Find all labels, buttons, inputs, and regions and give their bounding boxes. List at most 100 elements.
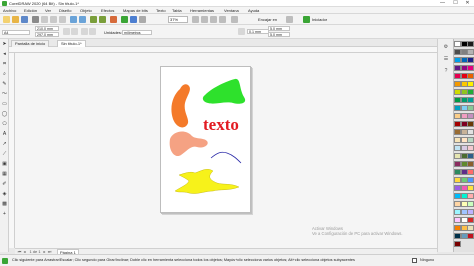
palette-swatch[interactable]	[467, 193, 474, 199]
palette-swatch[interactable]	[454, 145, 461, 151]
palette-swatch[interactable]	[454, 185, 461, 191]
grid-icon[interactable]	[210, 16, 217, 23]
palette-swatch[interactable]	[460, 161, 468, 167]
menu-objeto[interactable]: Objeto	[80, 8, 92, 13]
duplicate-y-field[interactable]: 5,0 mm	[268, 32, 290, 37]
tab-welcome-screen[interactable]: Pantalla de inicio	[11, 40, 50, 47]
yellow-star-shape[interactable]	[174, 169, 240, 194]
menu-mapas-de-bits[interactable]: Mapas de bits	[123, 8, 148, 13]
page-width-field[interactable]: 210,0 mm	[35, 26, 59, 31]
palette-swatch[interactable]	[460, 105, 468, 111]
menu-efectos[interactable]: Efectos	[101, 8, 114, 13]
import-icon[interactable]	[90, 16, 97, 23]
palette-swatch[interactable]	[467, 129, 474, 135]
palette-swatch[interactable]	[467, 57, 474, 63]
shape-tool-icon[interactable]: ◂	[1, 51, 8, 58]
palette-swatch[interactable]	[467, 161, 474, 167]
print-icon[interactable]	[32, 16, 39, 23]
menu-tabla[interactable]: Tabla	[172, 8, 182, 13]
undo-icon[interactable]	[70, 16, 77, 23]
landscape-icon[interactable]	[71, 28, 78, 35]
palette-swatch[interactable]	[467, 177, 474, 183]
palette-swatch[interactable]	[467, 113, 474, 119]
menu-archivo[interactable]: Archivo	[3, 8, 16, 13]
palette-swatch[interactable]	[467, 41, 474, 47]
palette-swatch[interactable]	[454, 153, 461, 159]
redo-icon[interactable]	[79, 16, 86, 23]
palette-swatch[interactable]	[467, 49, 474, 55]
palette-swatch[interactable]	[460, 129, 468, 135]
palette-swatch[interactable]	[467, 209, 474, 215]
drawing-page[interactable]: texto	[160, 66, 251, 213]
palette-swatch[interactable]	[454, 57, 461, 63]
smart-fill-icon[interactable]: ▩	[1, 201, 8, 208]
palette-swatch[interactable]	[467, 105, 474, 111]
add-tool-icon[interactable]: +	[1, 211, 8, 218]
close-button[interactable]: ✕	[461, 0, 474, 7]
palette-swatch[interactable]	[460, 97, 468, 103]
menu-ventana[interactable]: Ventana	[224, 8, 239, 13]
palette-swatch[interactable]	[467, 81, 474, 87]
palette-swatch[interactable]	[460, 217, 468, 223]
palette-swatch[interactable]	[467, 225, 474, 231]
settings-gear-icon[interactable]	[286, 16, 293, 23]
artistic-media-icon[interactable]: 〜	[1, 91, 8, 98]
hints-docker-icon[interactable]: ?	[442, 67, 450, 75]
paste-icon[interactable]	[59, 16, 66, 23]
palette-swatch[interactable]	[454, 129, 461, 135]
palette-swatch[interactable]	[467, 185, 474, 191]
palette-swatch[interactable]	[454, 201, 461, 207]
minimize-button[interactable]: —	[436, 0, 449, 7]
blue-curve-line[interactable]	[210, 151, 242, 164]
palette-swatch[interactable]	[460, 185, 468, 191]
palette-swatch[interactable]	[467, 65, 474, 71]
palette-swatch[interactable]	[467, 153, 474, 159]
rectangle-tool-icon[interactable]: ▭	[1, 101, 8, 108]
menu-ayuda[interactable]: Ayuda	[248, 8, 259, 13]
palette-swatch[interactable]	[467, 145, 474, 151]
connector-tool-icon[interactable]: ⟋	[1, 151, 8, 158]
zoom-level-field[interactable]: 37%	[168, 16, 188, 23]
palette-swatch[interactable]	[460, 153, 468, 159]
page-height-field[interactable]: 297,0 mm	[35, 32, 59, 37]
palette-swatch[interactable]	[454, 169, 461, 175]
save-icon[interactable]	[21, 16, 28, 23]
palette-swatch[interactable]	[467, 201, 474, 207]
palette-swatch[interactable]	[454, 161, 461, 167]
portrait-icon[interactable]	[63, 28, 70, 35]
duplicate-x-field[interactable]: 5,0 mm	[268, 26, 290, 31]
parallel-dimension-icon[interactable]: ↗	[1, 141, 8, 148]
text-tool-icon[interactable]: A	[1, 131, 8, 138]
rulers-icon[interactable]	[201, 16, 208, 23]
fill-indicator-icon[interactable]	[412, 258, 417, 263]
menu-herramientas[interactable]: Herramientas	[190, 8, 214, 13]
launcher-icon[interactable]	[303, 16, 310, 23]
drop-shadow-icon[interactable]: ▣	[1, 161, 8, 168]
salmon-blob-shape[interactable]	[169, 131, 208, 157]
palette-swatch[interactable]	[454, 137, 461, 143]
menu-ver[interactable]: Ver	[45, 8, 51, 13]
eyedropper-icon[interactable]: ✐	[1, 181, 8, 188]
palette-swatch[interactable]	[454, 225, 461, 231]
palette-swatch[interactable]	[460, 201, 468, 207]
palette-swatch[interactable]	[460, 169, 468, 175]
transparency-icon[interactable]: ▦	[1, 171, 8, 178]
palette-swatch[interactable]	[454, 209, 461, 215]
palette-swatch[interactable]	[467, 233, 474, 239]
menu-texto[interactable]: Texto	[156, 8, 166, 13]
palette-swatch[interactable]	[460, 57, 468, 63]
page-size-select[interactable]: A4	[2, 30, 30, 35]
pick-tool-icon[interactable]: ➤	[1, 41, 8, 48]
palette-swatch[interactable]	[454, 113, 461, 119]
palette-swatch[interactable]	[460, 225, 468, 231]
nudge-distance-field[interactable]: 0,1 mm	[247, 29, 269, 34]
menu-diseno[interactable]: Diseño	[59, 8, 71, 13]
palette-swatch[interactable]	[460, 209, 468, 215]
interactive-fill-icon[interactable]: ◈	[1, 191, 8, 198]
publish-pdf-icon[interactable]	[110, 16, 117, 23]
palette-swatch[interactable]	[467, 137, 474, 143]
open-folder-icon[interactable]	[12, 16, 19, 23]
new-document-icon[interactable]	[3, 16, 10, 23]
palette-swatch[interactable]	[460, 193, 468, 199]
palette-swatch[interactable]	[454, 97, 461, 103]
